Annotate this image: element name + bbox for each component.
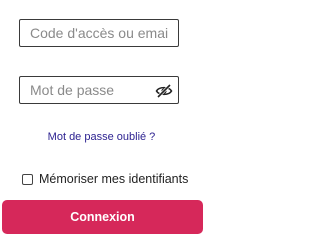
forgot-password-link[interactable]: Mot de passe oublié ? [0, 131, 203, 143]
login-input[interactable] [20, 20, 178, 46]
eye-slash-icon[interactable] [155, 83, 173, 99]
login-button[interactable]: Connexion [2, 200, 203, 234]
login-field[interactable] [19, 19, 179, 47]
remember-me[interactable]: Mémoriser mes identifiants [22, 172, 188, 186]
remember-label: Mémoriser mes identifiants [39, 172, 189, 186]
remember-checkbox[interactable] [22, 173, 33, 185]
password-field[interactable] [19, 76, 179, 104]
login-form: Mot de passe oublié ? Mémoriser mes iden… [0, 0, 203, 236]
